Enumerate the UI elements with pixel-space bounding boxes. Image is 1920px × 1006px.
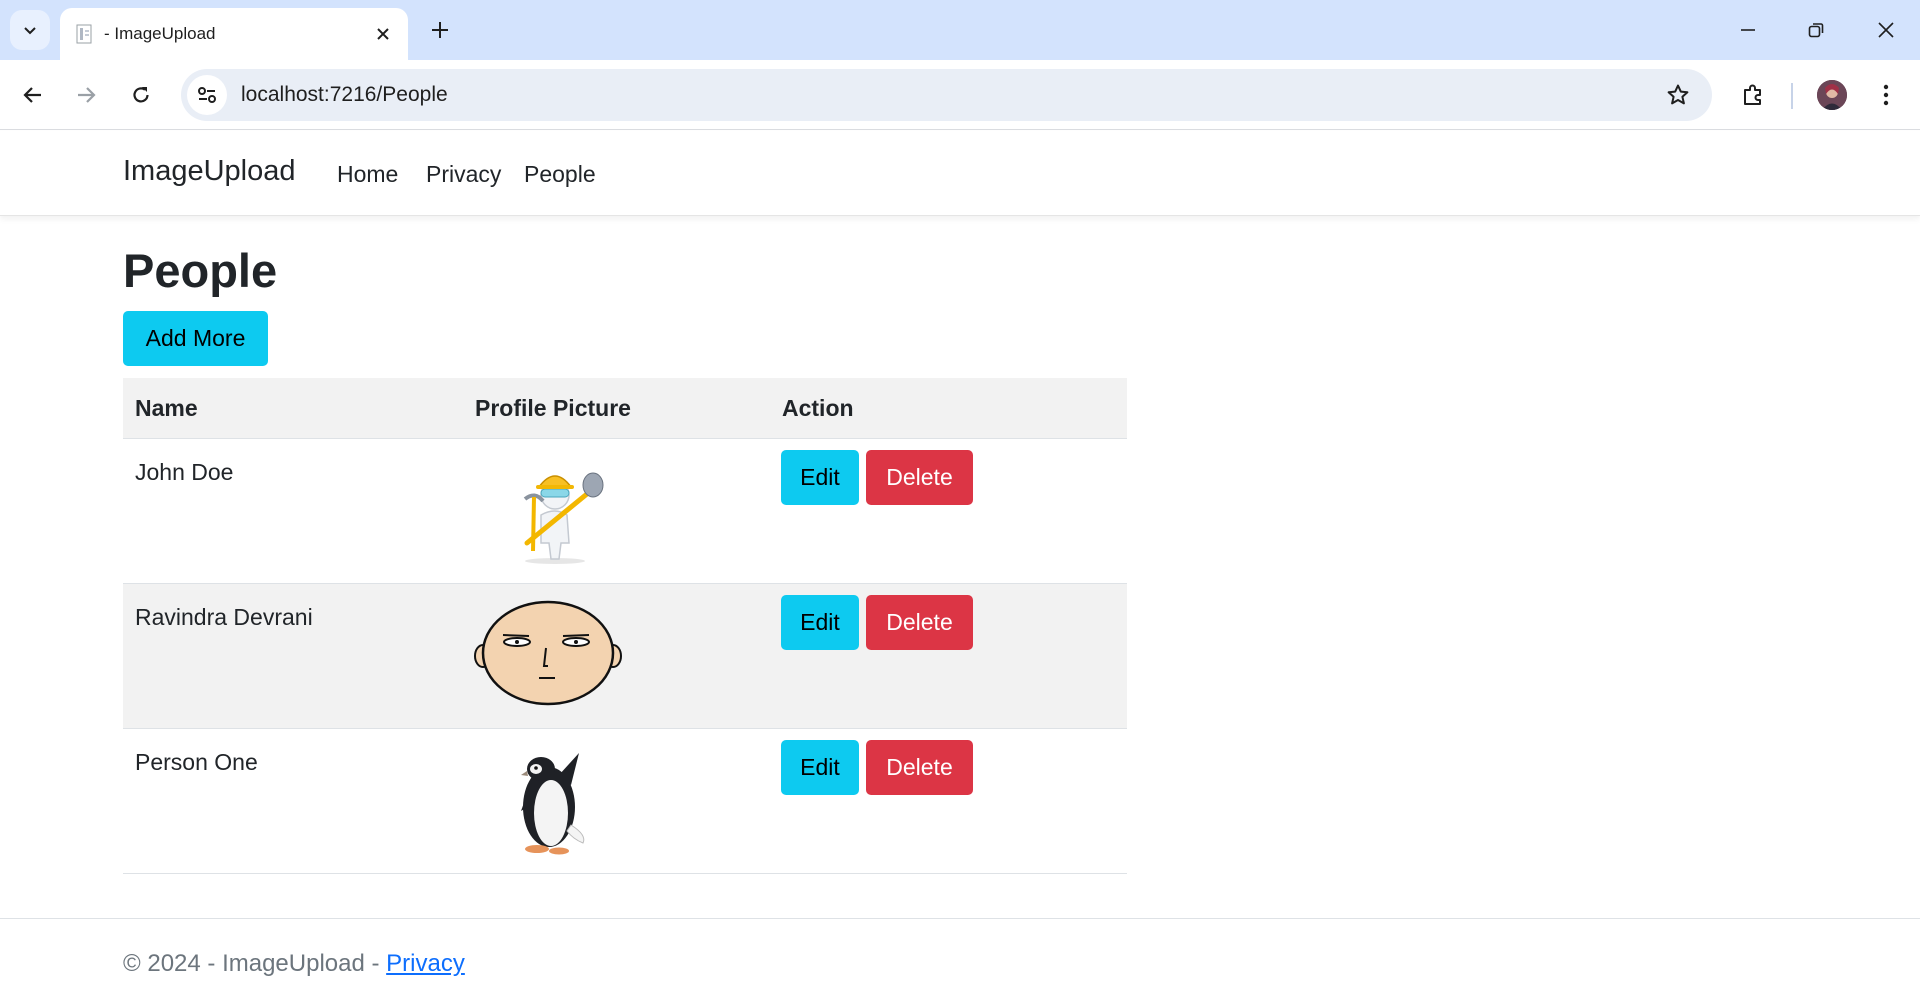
- table-row: Ravindra Devrani Edit Delete: [123, 584, 1127, 729]
- browser-toolbar: localhost:7216/People: [0, 60, 1920, 130]
- site-footer: © 2024 - ImageUpload - Privacy: [0, 918, 1920, 1006]
- column-header-name: Name: [135, 395, 198, 421]
- extensions-puzzle-icon[interactable]: [1733, 75, 1773, 115]
- person-name: Person One: [135, 749, 258, 775]
- delete-button[interactable]: Delete: [866, 740, 973, 795]
- restore-icon[interactable]: [1796, 10, 1836, 50]
- edit-button[interactable]: Edit: [781, 740, 859, 795]
- tab-search-button[interactable]: [10, 10, 50, 50]
- table-row: John Doe Edit Delete: [123, 439, 1127, 584]
- nav-link-privacy[interactable]: Privacy: [426, 161, 501, 188]
- page-favicon-icon: [74, 23, 96, 45]
- page-title: People: [123, 244, 278, 297]
- delete-button[interactable]: Delete: [866, 450, 973, 505]
- add-more-button[interactable]: Add More: [123, 311, 268, 366]
- chevron-down-icon: [24, 27, 36, 35]
- nav-link-people[interactable]: People: [524, 161, 596, 188]
- forward-arrow-icon[interactable]: [66, 75, 106, 115]
- bookmark-star-icon[interactable]: [1658, 75, 1698, 115]
- browser-tab-active[interactable]: - ImageUpload: [60, 8, 408, 60]
- person-name: Ravindra Devrani: [135, 604, 313, 630]
- profile-avatar[interactable]: [1817, 80, 1847, 110]
- edit-button[interactable]: Edit: [781, 450, 859, 505]
- construction-worker-icon: [523, 472, 604, 564]
- bald-face-icon: [474, 600, 622, 706]
- minimize-icon[interactable]: [1728, 10, 1768, 50]
- table-row: Person One Edit Delete: [123, 729, 1127, 874]
- close-window-icon[interactable]: [1866, 10, 1906, 50]
- tab-close-icon[interactable]: [370, 21, 396, 47]
- penguin-icon: [521, 753, 585, 855]
- toolbar-separator: [1791, 83, 1793, 109]
- footer-privacy-link[interactable]: Privacy: [386, 950, 465, 977]
- delete-button[interactable]: Delete: [866, 595, 973, 650]
- edit-button[interactable]: Edit: [781, 595, 859, 650]
- url-text[interactable]: localhost:7216/People: [241, 83, 1658, 107]
- footer-copyright: © 2024 - ImageUpload -: [123, 950, 387, 977]
- table-header-row: Name Profile Picture Action: [123, 378, 1127, 439]
- reload-icon[interactable]: [121, 75, 161, 115]
- people-table: Name Profile Picture Action John Doe Edi…: [123, 378, 1127, 874]
- column-header-action: Action: [782, 395, 854, 421]
- navbar-brand[interactable]: ImageUpload: [123, 155, 296, 188]
- new-tab-plus-icon[interactable]: [424, 14, 456, 46]
- address-bar[interactable]: localhost:7216/People: [181, 69, 1712, 121]
- column-header-profile-picture: Profile Picture: [475, 395, 631, 421]
- footer-text: © 2024 - ImageUpload - Privacy: [123, 950, 465, 978]
- back-arrow-icon[interactable]: [13, 75, 53, 115]
- browser-tabstrip: - ImageUpload: [0, 0, 1920, 60]
- browser-menu-kebab-icon[interactable]: [1866, 75, 1906, 115]
- tab-title: - ImageUpload: [104, 24, 216, 43]
- site-info-tune-icon[interactable]: [187, 75, 227, 115]
- site-navbar: ImageUpload Home Privacy People: [0, 131, 1920, 216]
- nav-link-home[interactable]: Home: [337, 161, 398, 188]
- person-name: John Doe: [135, 459, 234, 485]
